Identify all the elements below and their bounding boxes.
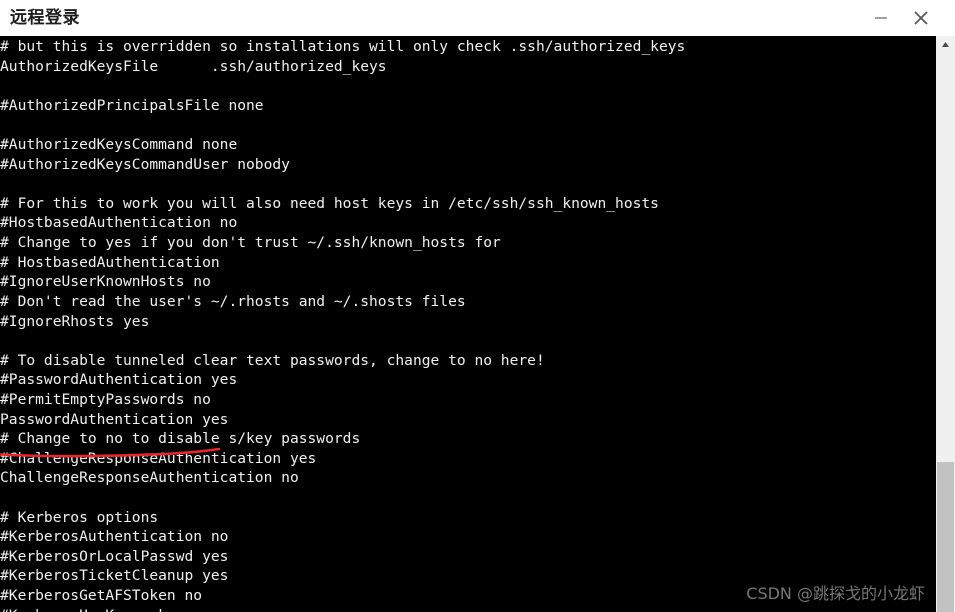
terminal-output[interactable]: # but this is overridden so installation… bbox=[0, 36, 936, 612]
terminal-line: # Don't read the user's ~/.rhosts and ~/… bbox=[0, 292, 466, 310]
scroll-up-arrow-icon[interactable] bbox=[936, 36, 955, 52]
window-titlebar: 远程登录 bbox=[0, 0, 955, 36]
terminal-line: # To disable tunneled clear text passwor… bbox=[0, 351, 545, 369]
terminal-line: #KerberosAuthentication no bbox=[0, 528, 229, 546]
terminal-line: PasswordAuthentication yes bbox=[0, 410, 229, 428]
terminal-line: #IgnoreRhosts yes bbox=[0, 312, 150, 330]
vertical-scrollbar[interactable] bbox=[936, 36, 955, 612]
terminal-line: #PasswordAuthentication yes bbox=[0, 371, 238, 389]
terminal-line: ChallengeResponseAuthentication no bbox=[0, 469, 299, 487]
terminal-line: # Kerberos options bbox=[0, 508, 159, 526]
scrollbar-thumb[interactable] bbox=[937, 462, 954, 612]
terminal-line: # Change to yes if you don't trust ~/.ss… bbox=[0, 234, 501, 252]
terminal-line: #AuthorizedKeysCommand none bbox=[0, 136, 238, 154]
csdn-watermark: CSDN @跳探戈的小龙虾 bbox=[746, 584, 925, 603]
terminal-line: #IgnoreUserKnownHosts no bbox=[0, 273, 211, 291]
terminal-area: # but this is overridden so installation… bbox=[0, 36, 955, 612]
terminal-text-block: # but this is overridden so installation… bbox=[0, 37, 936, 612]
terminal-line: # Change to no to disable s/key password… bbox=[0, 430, 361, 448]
terminal-line: #HostbasedAuthentication no bbox=[0, 214, 238, 232]
terminal-line: # but this is overridden so installation… bbox=[0, 38, 686, 55]
terminal-line: #PermitEmptyPasswords no bbox=[0, 390, 211, 408]
minimize-button[interactable] bbox=[861, 0, 901, 36]
terminal-line: #AuthorizedPrincipalsFile none bbox=[0, 96, 264, 114]
window-controls bbox=[861, 0, 955, 36]
terminal-line: # For this to work you will also need ho… bbox=[0, 194, 659, 212]
close-button[interactable] bbox=[901, 0, 941, 36]
terminal-line: #KerberosOrLocalPasswd yes bbox=[0, 547, 229, 565]
terminal-line: #ChallengeResponseAuthentication yes bbox=[0, 449, 317, 467]
remote-login-window: 远程登录 # but this is overridden so install… bbox=[0, 0, 955, 612]
window-title: 远程登录 bbox=[10, 8, 80, 28]
terminal-line: #AuthorizedKeysCommandUser nobody bbox=[0, 155, 290, 173]
terminal-line: #KerberosUseKuserok yes bbox=[0, 606, 936, 612]
terminal-line: AuthorizedKeysFile .ssh/authorized_keys bbox=[0, 57, 387, 75]
terminal-line: # HostbasedAuthentication bbox=[0, 253, 220, 271]
